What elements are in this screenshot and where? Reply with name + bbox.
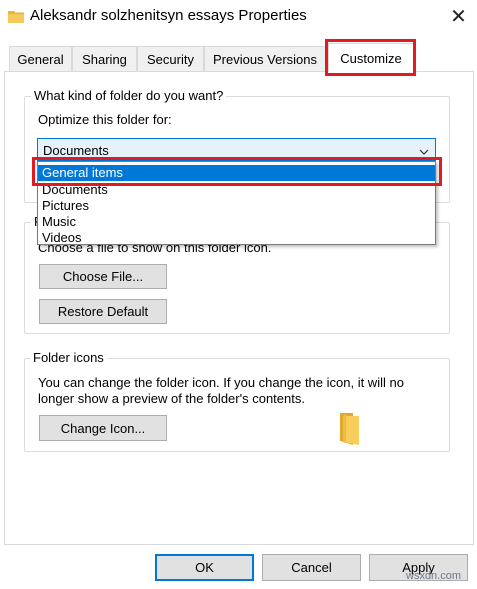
customize-tab-highlight (325, 39, 416, 76)
optimize-label: Optimize this folder for: (38, 112, 172, 127)
tab-security[interactable]: Security (137, 46, 204, 71)
watermark: wsxdn.com (406, 570, 462, 582)
change-icon-button[interactable]: Change Icon... (39, 415, 167, 441)
general-items-highlight (32, 157, 442, 186)
cancel-button[interactable]: Cancel (262, 554, 361, 581)
optimize-selected-value: Documents (43, 143, 109, 158)
option-videos[interactable]: Videos (38, 230, 435, 246)
close-button[interactable]: ✕ (440, 0, 477, 32)
folder-icons-description-line2: longer show a preview of the folder's co… (38, 391, 305, 406)
restore-default-button[interactable]: Restore Default (39, 299, 167, 324)
option-pictures[interactable]: Pictures (38, 198, 435, 214)
option-music[interactable]: Music (38, 214, 435, 230)
ok-button[interactable]: OK (155, 554, 254, 581)
folder-type-group-label: What kind of folder do you want? (31, 88, 227, 103)
folder-icon (8, 9, 24, 23)
tab-previous-versions[interactable]: Previous Versions (204, 46, 326, 71)
tab-general[interactable]: General (9, 46, 72, 71)
choose-file-button[interactable]: Choose File... (39, 264, 167, 289)
chevron-down-icon (419, 145, 429, 155)
folder-icons-group-label: Folder icons (30, 350, 107, 365)
tab-sharing[interactable]: Sharing (72, 46, 137, 71)
folder-preview-icon (337, 413, 361, 445)
close-icon: ✕ (450, 5, 467, 28)
folder-icons-description-line1: You can change the folder icon. If you c… (38, 375, 404, 390)
window-title: Aleksandr solzhenitsyn essays Properties (30, 7, 307, 24)
